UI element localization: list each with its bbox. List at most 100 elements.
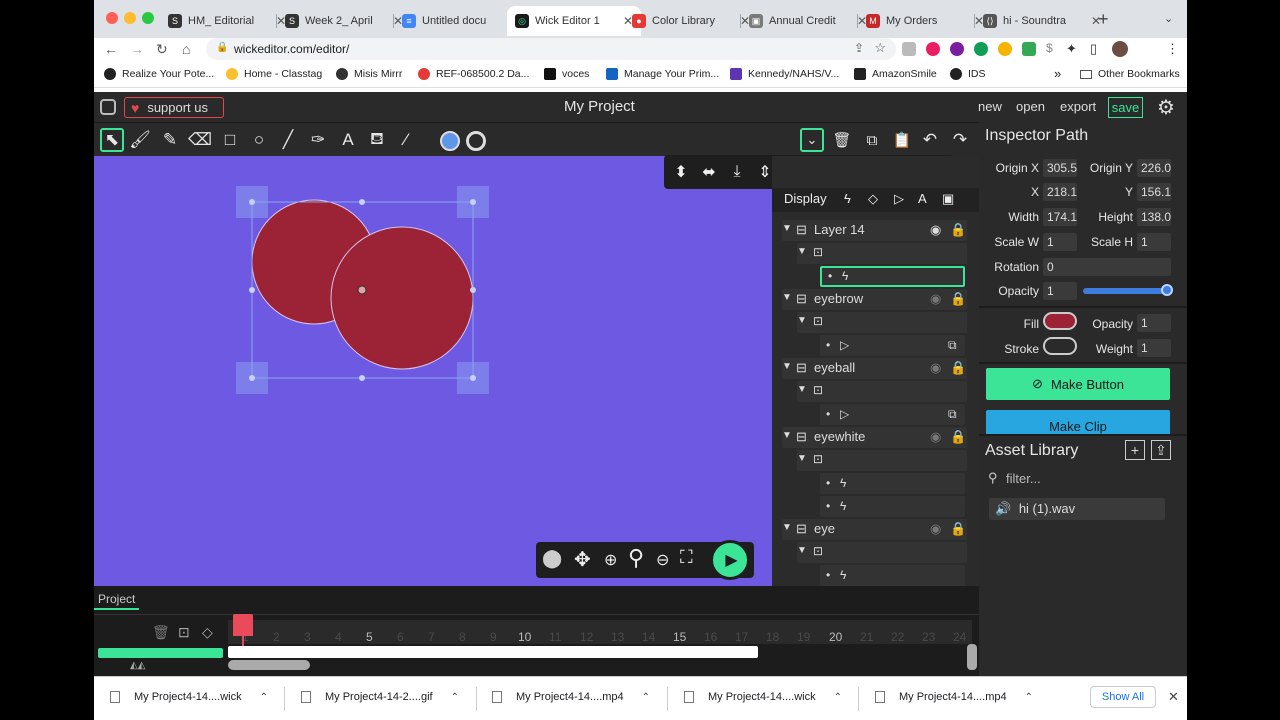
clip-filter-icon[interactable]: ▷ <box>894 191 904 207</box>
expand-triangle-icon[interactable]: ▼ <box>782 292 792 303</box>
puzzle-icon[interactable]: ✦ <box>1066 41 1077 57</box>
download-item[interactable]: My Project4-14....wick ⌃ <box>110 691 268 703</box>
browser-tab[interactable]: ▣ Annual Credit ✕ <box>741 6 875 36</box>
scale-w-input[interactable]: 1 <box>1043 233 1077 251</box>
frame-row[interactable]: ▼ ⊡ <box>797 312 967 333</box>
chevron-up-icon[interactable]: ⌃ <box>260 692 268 703</box>
pencil-tool-icon[interactable]: ✎ <box>158 128 182 152</box>
extension-icon[interactable] <box>902 42 916 56</box>
tab-search-chevron-icon[interactable]: ⌄ <box>1164 12 1173 25</box>
browser-tab[interactable]: ● Color Library ✕ <box>624 6 758 36</box>
horizontal-scrollbar[interactable] <box>228 660 310 670</box>
profile-avatar[interactable] <box>1112 41 1128 57</box>
back-arrow-icon[interactable]: ← <box>104 41 118 57</box>
scale-h-input[interactable]: 1 <box>1137 233 1171 251</box>
selected-path-row[interactable]: • ϟ <box>820 266 965 287</box>
play-button[interactable]: ▶ <box>710 540 750 580</box>
drawing-canvas[interactable]: ⬤ ✥ ⊕ ⚲ ⊖ ⛶ ▶ <box>94 156 772 586</box>
eyedropper-icon[interactable]: ⁄ <box>394 128 418 152</box>
browser-tab[interactable]: S Week 2_ April ✕ <box>277 6 411 36</box>
paste-icon[interactable]: 📋 <box>890 128 914 152</box>
expand-triangle-icon[interactable]: ▼ <box>782 361 792 372</box>
playhead[interactable] <box>233 614 253 636</box>
expand-triangle-icon[interactable]: ▼ <box>797 453 807 464</box>
delete-icon[interactable]: 🗑 <box>830 128 854 152</box>
bookmark-item[interactable]: Kennedy/NAHS/V... <box>730 68 839 80</box>
new-project-button[interactable]: new <box>978 99 1002 114</box>
extension-icon[interactable] <box>1022 42 1036 56</box>
lock-icon[interactable]: 🔒 <box>950 360 966 376</box>
undo-icon[interactable]: ↶ <box>918 128 942 152</box>
extension-s-icon[interactable]: $ <box>1046 41 1053 55</box>
expand-triangle-icon[interactable]: ▼ <box>797 246 807 257</box>
align-bottom-icon[interactable]: ⤓ <box>724 160 750 184</box>
vertical-scrollbar[interactable] <box>967 644 977 670</box>
audio-wave-icon[interactable]: ◭◭ <box>130 660 145 671</box>
asset-filter-input[interactable]: ⚲ filter... <box>986 468 1170 490</box>
eye-icon[interactable]: ◉ <box>930 521 941 537</box>
expand-triangle-icon[interactable]: ▼ <box>797 315 807 326</box>
layer-row[interactable]: ▼ ⊟ eyeball ◉ 🔒 <box>782 358 967 379</box>
copy-icon[interactable]: ⧉ <box>860 128 884 152</box>
browser-tab-active[interactable]: ◎ Wick Editor 1 ✕ <box>507 6 642 36</box>
height-input[interactable]: 138.0 <box>1137 208 1171 226</box>
clip-row[interactable]: • ▷ ⧉ <box>820 404 965 425</box>
project-tab[interactable]: Project <box>94 590 139 610</box>
line-tool-icon[interactable]: ╱ <box>276 128 300 152</box>
bookmark-item[interactable]: Home - Classtag <box>226 68 322 80</box>
menu-kebab-icon[interactable]: ⋮ <box>1166 41 1179 57</box>
frame-row[interactable]: ▼ ⊡ <box>797 450 967 471</box>
frame-row[interactable]: ▼ ⊡ <box>797 542 967 563</box>
eye-icon[interactable]: ◉ <box>930 429 941 445</box>
extension-icon[interactable] <box>974 42 988 56</box>
save-button[interactable]: save <box>1108 97 1143 118</box>
open-project-button[interactable]: open <box>1016 99 1045 114</box>
share-icon[interactable]: ⇪ <box>854 41 864 55</box>
extension-icon[interactable] <box>998 42 1012 56</box>
asset-item[interactable]: 🔊 hi (1).wav <box>989 498 1165 520</box>
opacity-slider[interactable] <box>1083 288 1169 294</box>
make-button-button[interactable]: ⊘ Make Button <box>986 368 1170 400</box>
url-bar[interactable]: 🔒 wickeditor.com/editor/ ⇪ ☆ <box>206 38 896 60</box>
expand-triangle-icon[interactable]: ▼ <box>782 223 792 234</box>
new-tab-button[interactable]: + <box>1098 9 1109 30</box>
lock-icon[interactable]: 🔒 <box>950 291 966 307</box>
bookmark-item[interactable]: Realize Your Pote... <box>104 68 214 80</box>
text-tool-icon[interactable]: A <box>336 128 360 152</box>
frame-row[interactable]: ▼ ⊡ <box>797 243 967 264</box>
path-row[interactable]: • ϟ <box>820 496 965 517</box>
redo-icon[interactable]: ↷ <box>948 128 972 152</box>
more-bookmarks-chevron[interactable]: » <box>1054 66 1061 81</box>
opacity-input[interactable]: 1 <box>1043 282 1077 300</box>
clip-row[interactable]: • ▷ ⧉ <box>820 335 965 356</box>
home-icon[interactable]: ⌂ <box>182 41 190 57</box>
bookmark-item[interactable]: Misis Mirrr <box>336 68 402 80</box>
edit-clip-icon[interactable]: ⧉ <box>948 338 957 353</box>
align-middle-icon[interactable]: ⬌ <box>696 160 722 184</box>
bookmark-item[interactable]: Manage Your Prim... <box>606 68 719 80</box>
rectangle-tool-icon[interactable]: □ <box>218 128 242 152</box>
bookmark-item[interactable]: IDS <box>950 68 986 80</box>
wick-logo-icon[interactable] <box>100 99 116 115</box>
make-clip-button[interactable]: Make Clip <box>986 410 1170 434</box>
expand-triangle-icon[interactable]: ▼ <box>797 384 807 395</box>
chevron-up-icon[interactable]: ⌃ <box>1025 692 1033 703</box>
origin-x-input[interactable]: 305.5 <box>1043 159 1077 177</box>
text-filter-icon[interactable]: A <box>918 191 927 206</box>
browser-tab[interactable]: S HM_ Editorial ✕ <box>160 6 294 36</box>
eye-icon[interactable]: ◉ <box>930 291 941 307</box>
stroke-color-swatch[interactable] <box>1043 337 1077 355</box>
extension-icon[interactable] <box>926 42 940 56</box>
image-filter-icon[interactable]: ▣ <box>942 191 954 207</box>
origin-y-input[interactable]: 226.0 <box>1137 159 1171 177</box>
close-window-button[interactable] <box>106 12 118 24</box>
bookmark-item[interactable]: AmazonSmile <box>854 68 937 80</box>
zoom-window-button[interactable] <box>142 12 154 24</box>
layer-frame-bar[interactable] <box>98 648 223 658</box>
tween-icon[interactable]: ◇ <box>202 624 213 641</box>
eye-icon[interactable]: ◉ <box>930 222 941 238</box>
layer-row[interactable]: ▼ ⊟ eye ◉ 🔒 <box>782 519 967 540</box>
path-row[interactable]: • ϟ <box>820 565 965 586</box>
layer-row[interactable]: ▼ ⊟ eyewhite ◉ 🔒 <box>782 427 967 448</box>
bookmark-item[interactable]: REF-068500.2 Da... <box>418 68 529 80</box>
